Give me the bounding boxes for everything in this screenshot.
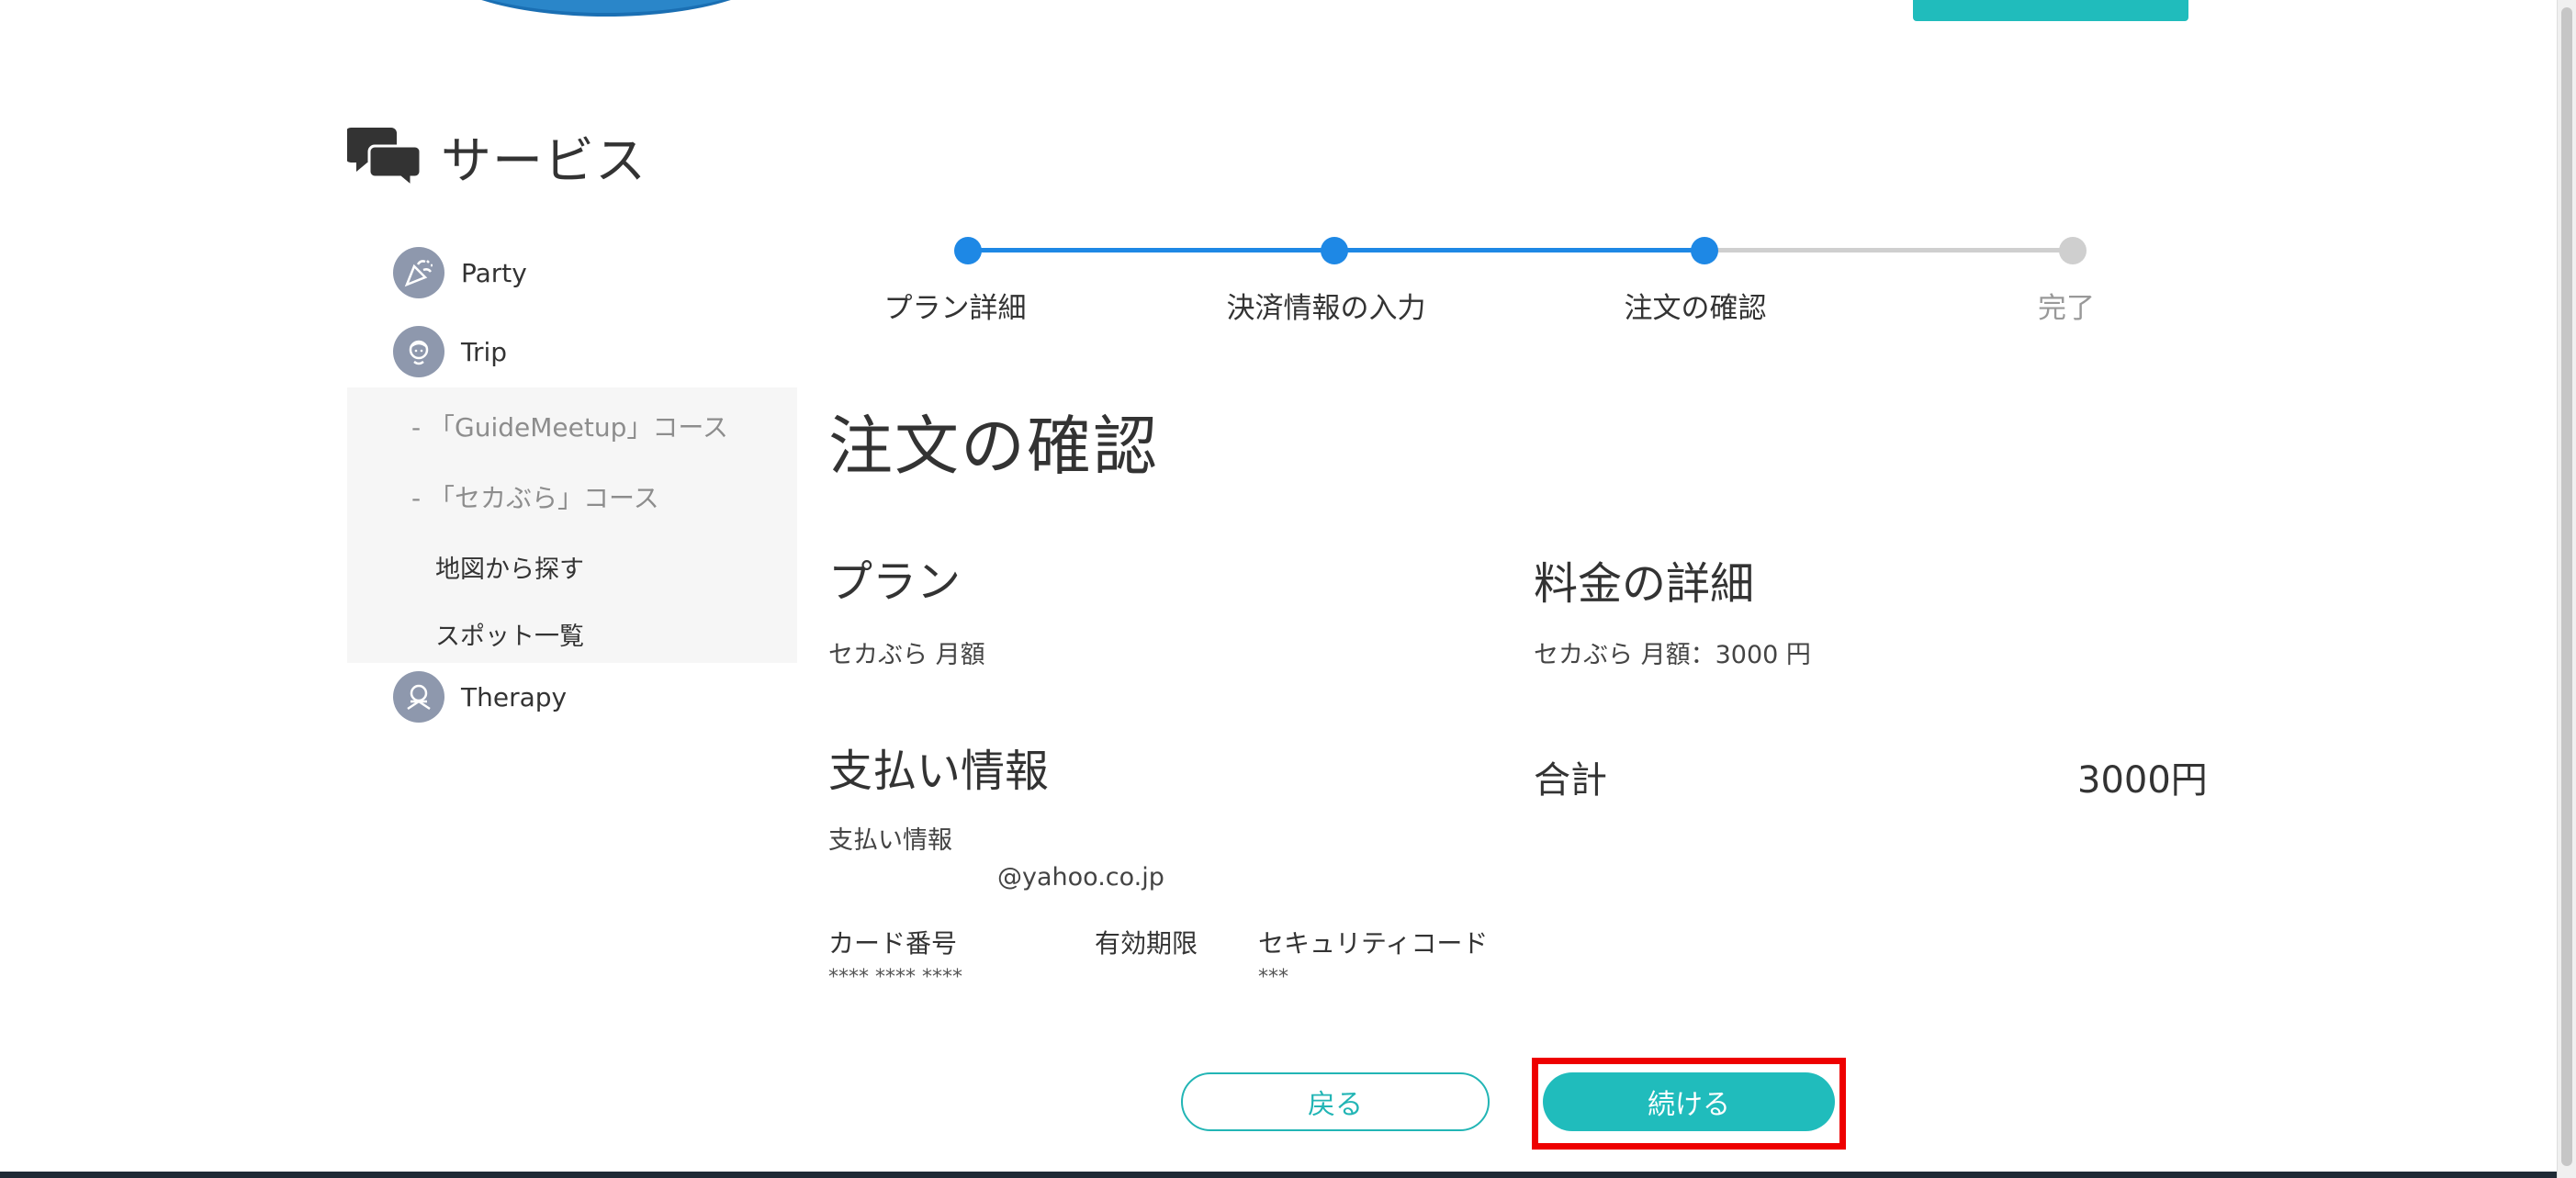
- scrollbar-thumb[interactable]: [2561, 7, 2572, 1166]
- step-label-order-confirm: 注文の確認: [1624, 292, 1767, 325]
- plan-value: セカぶら 月額: [828, 641, 985, 669]
- step-dot-1: [954, 237, 982, 264]
- party-popper-icon: [393, 247, 444, 298]
- sidebar-subitem-map-search[interactable]: 地図から探す: [435, 549, 584, 585]
- security-code-label: セキュリティコード: [1258, 928, 1489, 959]
- sidebar-item-label: Party: [461, 257, 527, 288]
- sidebar-item-party[interactable]: Party: [393, 247, 527, 298]
- sidebar-subitem-spot-list[interactable]: スポット一覧: [435, 616, 584, 652]
- sidebar-item-label: Therapy: [461, 681, 568, 712]
- step-label-payment-input: 決済情報の入力: [1226, 292, 1426, 325]
- fee-heading: 料金の詳細: [1534, 558, 1755, 610]
- header-button[interactable]: [1913, 0, 2188, 21]
- guide-person-icon: [393, 326, 444, 377]
- fee-detail: セカぶら 月額：3000 円: [1534, 641, 1811, 669]
- step-label-plan-detail: プラン詳細: [883, 292, 1027, 325]
- step-label-complete: 完了: [2038, 292, 2095, 325]
- payment-email: @yahoo.co.jp: [997, 863, 1164, 892]
- header-logo: [432, 0, 781, 17]
- sidebar-item-label: Trip: [461, 336, 508, 367]
- sidebar-title: サービス: [441, 131, 647, 190]
- total-value: 3000円: [2077, 759, 2208, 802]
- sidebar-subitem-sekabura[interactable]: - 「セカぶら」コース: [411, 478, 659, 515]
- sidebar-subitem-guidemeetup[interactable]: - 「GuideMeetup」コース: [411, 408, 728, 444]
- continue-button[interactable]: 続ける: [1543, 1072, 1835, 1131]
- card-number-label: カード番号: [828, 928, 958, 959]
- taskbar-strip: [0, 1172, 2557, 1178]
- step-dot-2: [1321, 237, 1348, 264]
- sidebar-item-trip[interactable]: Trip: [393, 326, 507, 377]
- page-title: 注文の確認: [828, 409, 1159, 484]
- plan-heading: プラン: [828, 556, 962, 608]
- expiry-label: 有効期限: [1095, 928, 1198, 959]
- step-dot-4: [2059, 237, 2087, 264]
- back-button[interactable]: 戻る: [1181, 1072, 1490, 1131]
- stepper-line-pending: [1704, 248, 2074, 252]
- step-dot-3: [1691, 237, 1718, 264]
- total-label: 合計: [1534, 759, 1607, 802]
- therapy-icon: [393, 671, 444, 723]
- payment-label: 支払い情報: [828, 826, 952, 855]
- card-number-value: **** **** ****: [828, 966, 962, 989]
- sidebar-header: サービス: [345, 123, 647, 190]
- payment-heading: 支払い情報: [828, 746, 1050, 797]
- security-code-value: ***: [1258, 966, 1288, 989]
- sidebar-item-therapy[interactable]: Therapy: [393, 671, 567, 723]
- chat-bubbles-icon: [345, 124, 422, 190]
